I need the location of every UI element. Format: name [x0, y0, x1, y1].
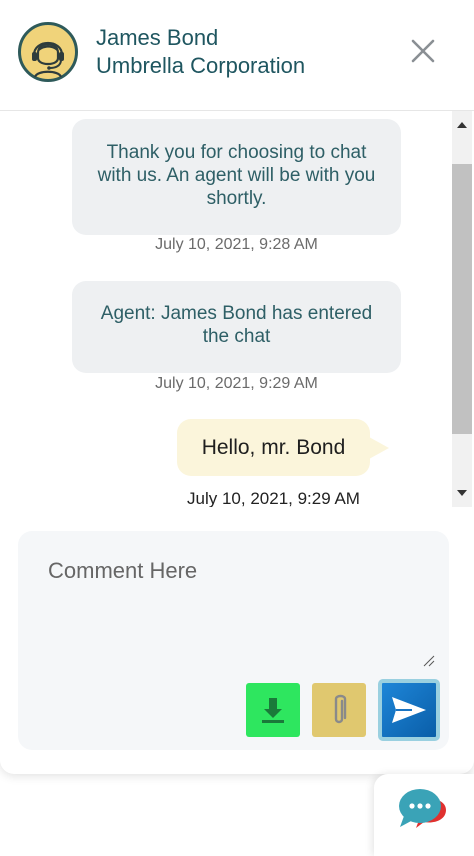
- message-list[interactable]: Thank you for choosing to chat with us. …: [0, 111, 452, 507]
- download-button[interactable]: [246, 683, 300, 737]
- message-timestamp: July 10, 2021, 9:29 AM: [187, 489, 360, 507]
- scroll-thumb[interactable]: [452, 164, 472, 434]
- chat-bubbles-icon: [399, 789, 446, 828]
- close-icon: [411, 39, 435, 63]
- system-message: Thank you for choosing to chat with us. …: [72, 119, 401, 235]
- agent-name: James Bond: [96, 25, 219, 50]
- message-composer: [18, 531, 449, 750]
- message-timestamp: July 10, 2021, 9:29 AM: [155, 375, 318, 392]
- close-button[interactable]: [404, 32, 442, 70]
- message-timestamp: July 10, 2021, 9:28 AM: [155, 236, 318, 253]
- chat-widget: James Bond Umbrella Corporation Thank yo…: [0, 0, 474, 774]
- scroll-up-arrow-icon[interactable]: [452, 115, 472, 135]
- agent-avatar: [18, 22, 78, 82]
- agent-company: Umbrella Corporation: [96, 53, 306, 78]
- user-message: Hello, mr. Bond: [177, 419, 389, 476]
- headset-agent-icon: [32, 41, 64, 78]
- message-scrollbar[interactable]: [452, 111, 472, 507]
- attach-button[interactable]: [312, 683, 366, 737]
- resize-grip-icon[interactable]: [423, 655, 435, 667]
- system-message: Agent: James Bond has entered the chat: [72, 281, 401, 373]
- scroll-down-arrow-icon[interactable]: [452, 483, 472, 503]
- send-button[interactable]: [378, 679, 440, 741]
- send-icon: [392, 697, 426, 723]
- chat-launcher-button[interactable]: [374, 774, 474, 856]
- comment-input[interactable]: [18, 531, 449, 671]
- chat-header: James Bond Umbrella Corporation: [0, 0, 474, 111]
- download-icon: [262, 698, 284, 723]
- paperclip-icon: [334, 694, 347, 724]
